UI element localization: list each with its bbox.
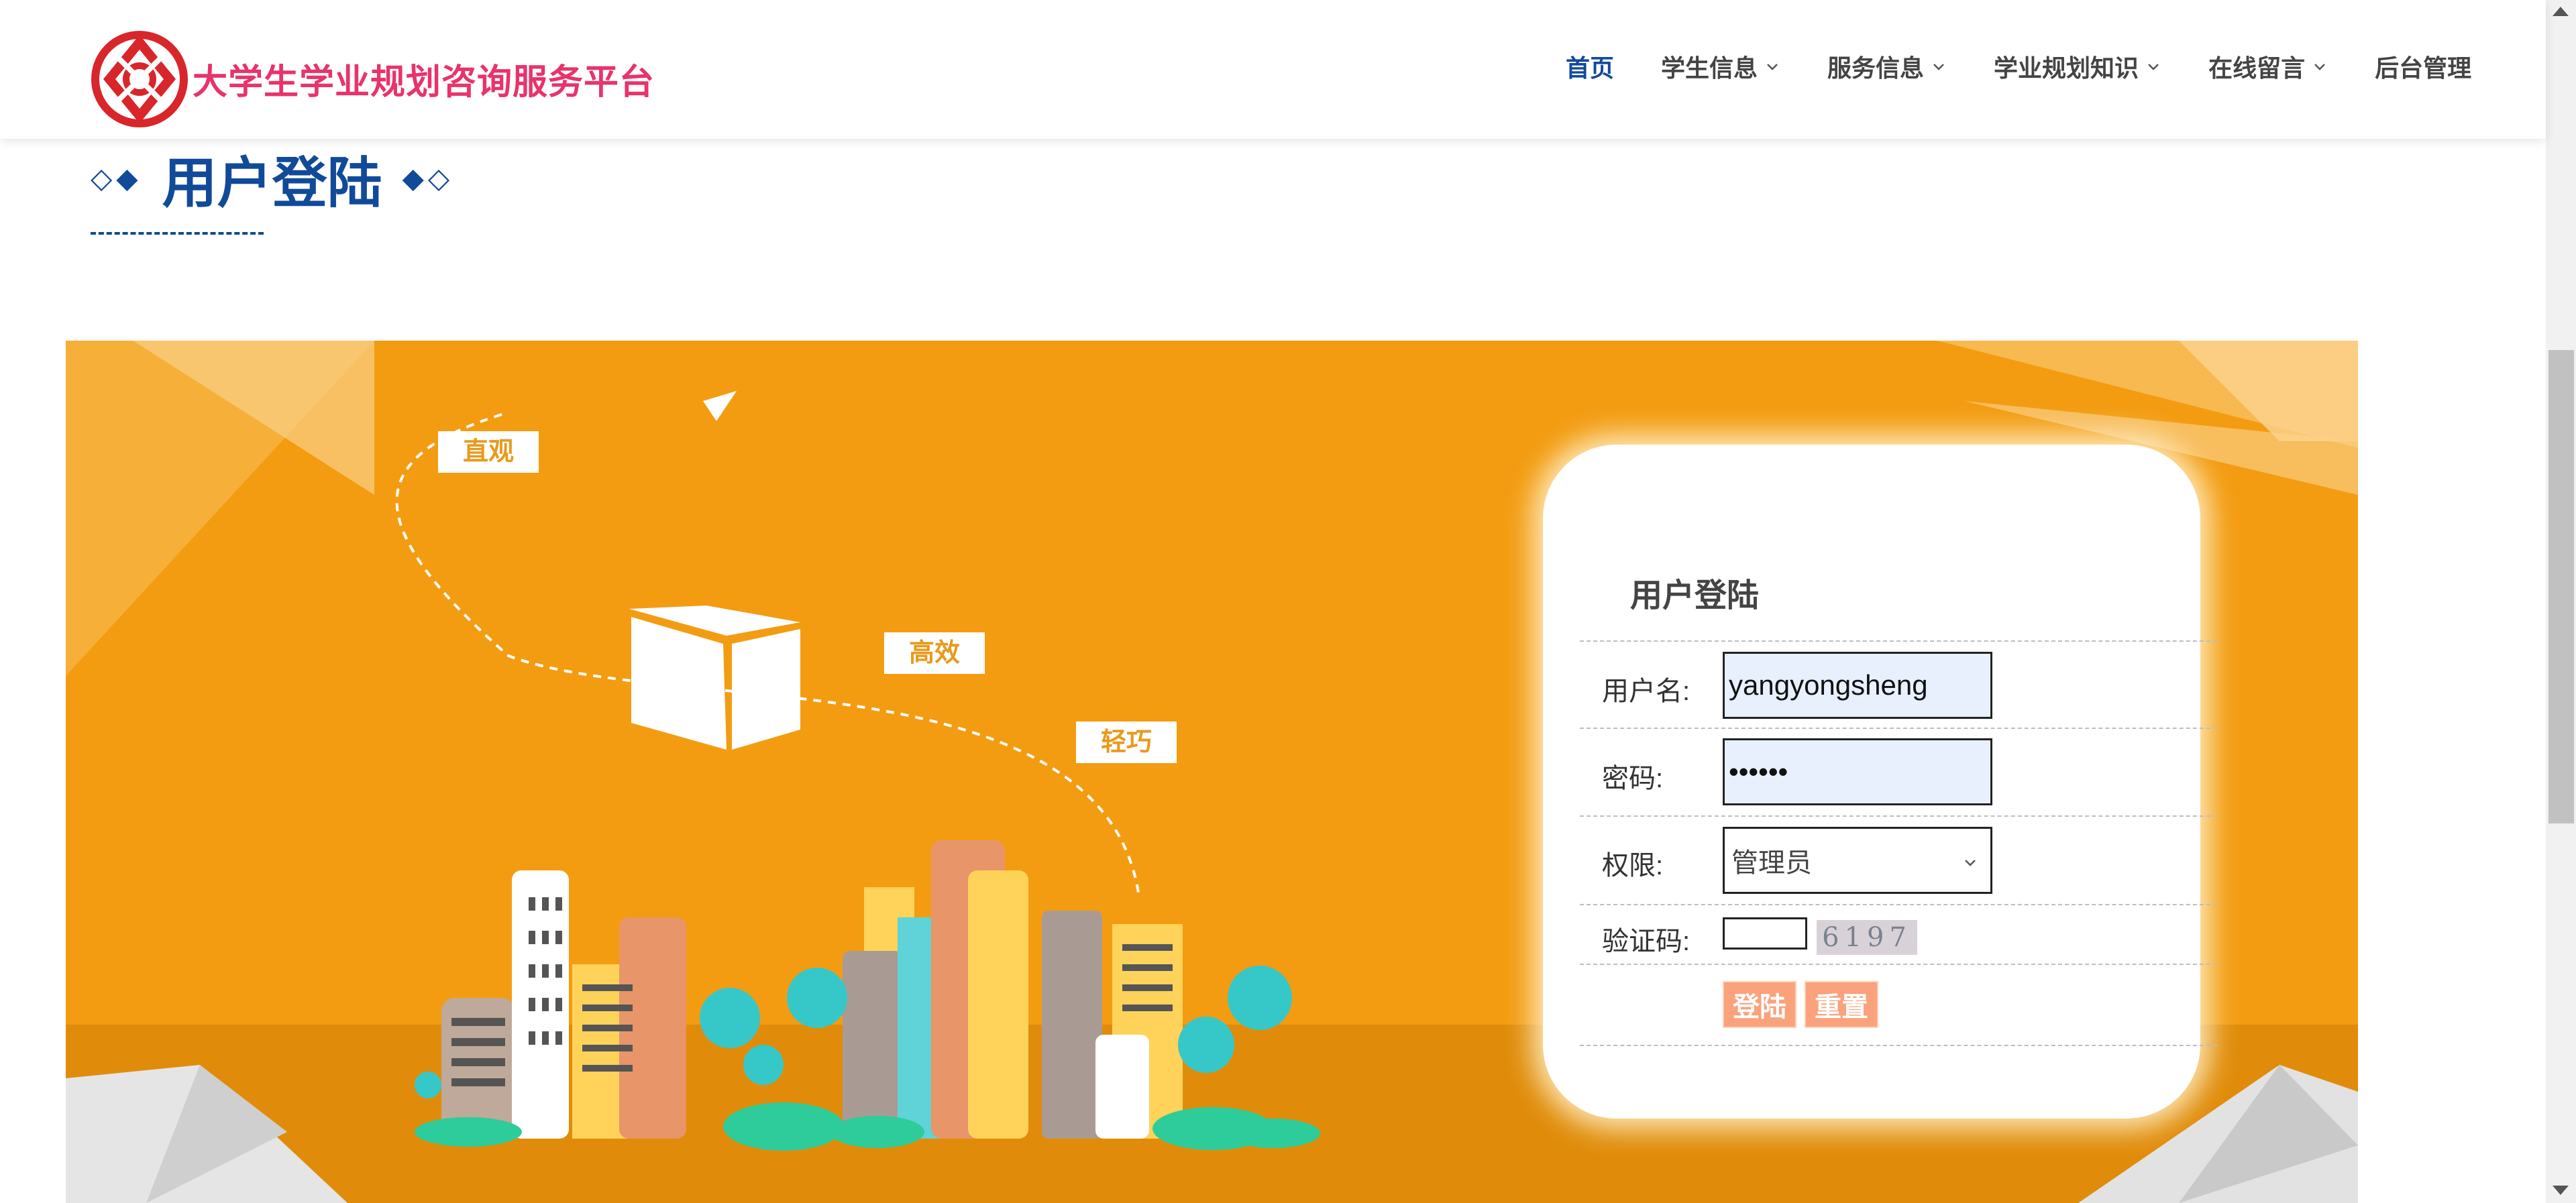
nav-item-label: 服务信息 xyxy=(1827,54,1925,82)
scroll-down-arrow-icon[interactable] xyxy=(2553,1186,2569,1195)
row-divider xyxy=(1580,964,2217,965)
nav-item-label: 在线留言 xyxy=(2208,54,2306,82)
role-select-value: 管理员 xyxy=(1731,848,1812,878)
role-label: 权限: xyxy=(1602,851,1664,880)
row-divider xyxy=(1580,728,2217,729)
page-title: 用户登陆 xyxy=(162,152,382,214)
nav-item-label: 学业规划知识 xyxy=(1994,54,2139,82)
chevron-down-icon xyxy=(1965,860,1976,866)
nav-item-admin[interactable]: 后台管理 xyxy=(2375,49,2471,84)
login-button[interactable]: 登陆 xyxy=(1723,981,1796,1028)
site-header: 大学生学业规划咨询服务平台 首页 学生信息 服务信息 学业规划知识 在线留言 后… xyxy=(0,0,2546,139)
site-brand-name[interactable]: 大学生学业规划咨询服务平台 xyxy=(193,54,655,104)
scroll-thumb[interactable] xyxy=(2548,350,2574,823)
chevron-down-icon xyxy=(2314,64,2325,70)
password-input[interactable]: •••••• xyxy=(1723,738,1992,805)
red-knot-logo-icon[interactable] xyxy=(91,30,189,128)
row-divider xyxy=(1580,640,2217,642)
nav-item-planning-knowledge[interactable]: 学业规划知识 xyxy=(1994,49,2161,84)
bubble-intuitive: 直观 xyxy=(438,431,539,473)
nav-item-online-message[interactable]: 在线留言 xyxy=(2208,49,2328,84)
chevron-down-icon xyxy=(2148,64,2159,70)
chevron-down-icon xyxy=(1933,64,1944,70)
row-divider xyxy=(1580,904,2217,905)
nav-item-label: 首页 xyxy=(1566,54,1615,82)
captcha-input[interactable] xyxy=(1723,917,1807,950)
title-diamond-right: ◆◇ xyxy=(402,162,454,194)
bubble-lightweight: 轻巧 xyxy=(1076,722,1177,763)
nav-item-home[interactable]: 首页 xyxy=(1566,49,1614,84)
nav-item-service-info[interactable]: 服务信息 xyxy=(1827,49,1947,84)
row-divider xyxy=(1580,1045,2217,1046)
username-input[interactable]: yangyongsheng xyxy=(1723,652,1992,719)
row-divider xyxy=(1580,815,2217,817)
bubble-efficient: 高效 xyxy=(884,632,985,674)
captcha-image[interactable]: 6197 xyxy=(1817,920,1917,955)
login-card-title: 用户登陆 xyxy=(1630,578,1760,614)
title-underline xyxy=(91,232,264,235)
chevron-down-icon xyxy=(1767,64,1778,70)
role-select[interactable]: 管理员 xyxy=(1723,827,1992,894)
nav-item-label: 后台管理 xyxy=(2375,54,2472,82)
password-label: 密码: xyxy=(1602,764,1664,793)
username-label: 用户名: xyxy=(1602,677,1690,706)
nav-item-label: 学生信息 xyxy=(1661,54,1758,82)
main-nav: 首页 学生信息 服务信息 学业规划知识 在线留言 后台管理 xyxy=(1566,50,2471,83)
reset-button[interactable]: 重置 xyxy=(1805,981,1878,1028)
captcha-label: 验证码: xyxy=(1602,927,1690,956)
title-diamond-left: ◇◆ xyxy=(91,162,142,194)
page-title-block: ◇◆ 用户登陆 ◆◇ xyxy=(91,141,453,215)
nav-item-student-info[interactable]: 学生信息 xyxy=(1661,49,1780,84)
scroll-up-arrow-icon[interactable] xyxy=(2553,7,2569,16)
